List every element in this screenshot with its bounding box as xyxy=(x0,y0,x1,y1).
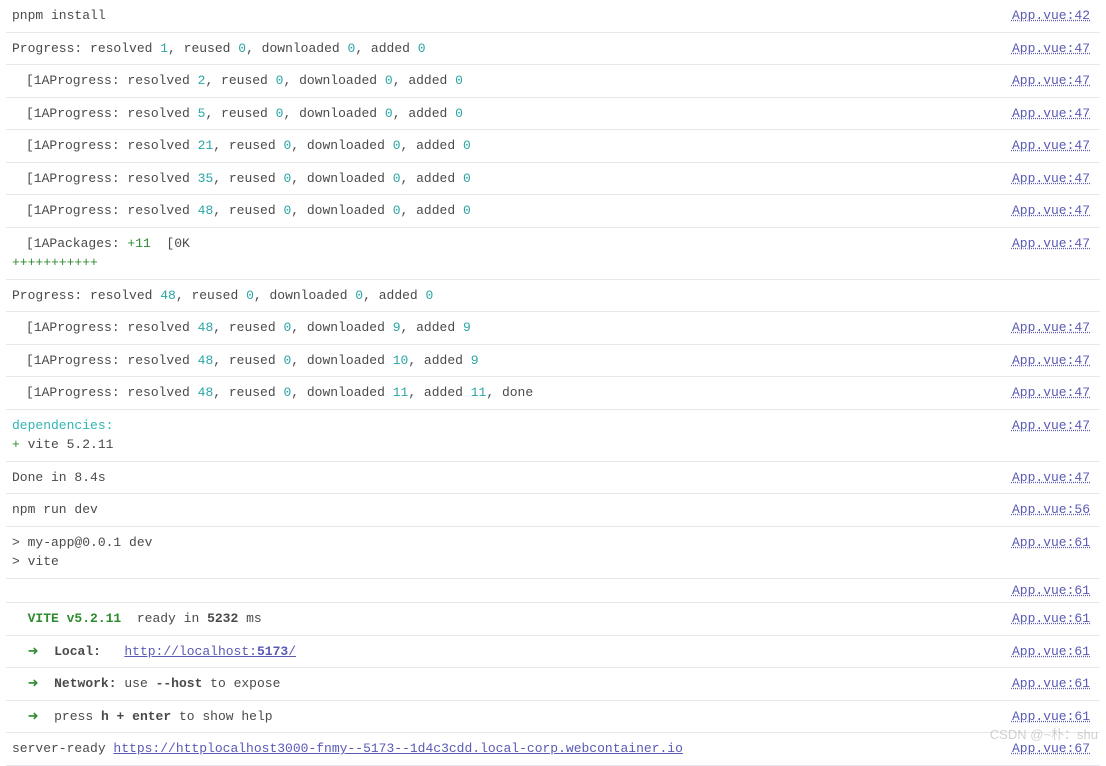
source-link[interactable]: App.vue:47 xyxy=(1012,416,1090,436)
log-row: [1AProgress: resolved 21, reused 0, down… xyxy=(6,130,1100,163)
log-text: server-ready https://httplocalhost3000-f… xyxy=(12,739,683,759)
log-text: Progress: resolved 48, reused 0, downloa… xyxy=(12,286,433,306)
source-link[interactable]: App.vue:47 xyxy=(1012,234,1090,254)
source-link[interactable]: App.vue:47 xyxy=(1012,104,1090,124)
log-text: ➜ press h + enter to show help xyxy=(12,707,273,727)
source-link[interactable]: App.vue:47 xyxy=(1012,169,1090,189)
log-row: ➜ press h + enter to show help App.vue:61 xyxy=(6,701,1100,734)
log-text: [1AProgress: resolved 5, reused 0, downl… xyxy=(12,104,463,124)
source-link[interactable]: App.vue:61 xyxy=(1012,609,1090,629)
log-row: npm run dev App.vue:56 xyxy=(6,494,1100,527)
log-text: pnpm install xyxy=(12,6,106,26)
log-text: dependencies:+ vite 5.2.11 xyxy=(12,416,113,455)
server-url[interactable]: https://httplocalhost3000-fnmy--5173--1d… xyxy=(113,741,683,756)
log-row: Progress: resolved 1, reused 0, download… xyxy=(6,33,1100,66)
source-link[interactable]: App.vue:47 xyxy=(1012,383,1090,403)
source-link[interactable]: App.vue:47 xyxy=(1012,71,1090,91)
log-row: [1AProgress: resolved 48, reused 0, down… xyxy=(6,312,1100,345)
log-row: [1AProgress: resolved 35, reused 0, down… xyxy=(6,163,1100,196)
log-text: Progress: resolved 1, reused 0, download… xyxy=(12,39,426,59)
log-row: > my-app@0.0.1 dev> vite App.vue:61 xyxy=(6,527,1100,579)
log-text: ➜ Local: http://localhost:5173/ xyxy=(12,642,296,662)
source-link[interactable]: App.vue:47 xyxy=(1012,351,1090,371)
log-row: pnpm install App.vue:42 xyxy=(6,0,1100,33)
source-link[interactable]: App.vue:61 xyxy=(1012,674,1090,694)
log-text: [1APackages: +11 [0K+++++++++++ xyxy=(12,234,190,273)
source-link[interactable]: App.vue:47 xyxy=(1012,318,1090,338)
source-link[interactable]: App.vue:56 xyxy=(1012,500,1090,520)
log-row: dependencies:+ vite 5.2.11 App.vue:47 xyxy=(6,410,1100,462)
log-row: [1AProgress: resolved 48, reused 0, down… xyxy=(6,377,1100,410)
log-text: [1AProgress: resolved 48, reused 0, down… xyxy=(12,383,533,403)
source-link[interactable]: App.vue:61 xyxy=(1012,642,1090,662)
log-text: Done in 8.4s xyxy=(12,468,106,488)
log-row: VITE v5.2.11 ready in 5232 ms App.vue:61 xyxy=(6,603,1100,636)
source-link[interactable]: App.vue:47 xyxy=(1012,136,1090,156)
log-text: [1AProgress: resolved 48, reused 0, down… xyxy=(12,351,479,371)
log-row: [1AProgress: resolved 48, reused 0, down… xyxy=(6,195,1100,228)
console-output: pnpm install App.vue:42 Progress: resolved… xyxy=(0,0,1106,766)
source-link[interactable]: App.vue:61 xyxy=(1012,707,1090,727)
log-text: [1AProgress: resolved 48, reused 0, down… xyxy=(12,318,471,338)
source-link[interactable]: App.vue:67 xyxy=(1012,739,1090,759)
source-link[interactable]: App.vue:42 xyxy=(1012,6,1090,26)
log-row: [1AProgress: resolved 2, reused 0, downl… xyxy=(6,65,1100,98)
log-text: ➜ Network: use --host to expose xyxy=(12,674,280,694)
log-text: VITE v5.2.11 ready in 5232 ms xyxy=(12,609,262,629)
log-text xyxy=(12,581,20,601)
log-text: npm run dev xyxy=(12,500,98,520)
source-link[interactable]: App.vue:47 xyxy=(1012,201,1090,221)
log-text: [1AProgress: resolved 2, reused 0, downl… xyxy=(12,71,463,91)
log-row: [1AProgress: resolved 48, reused 0, down… xyxy=(6,345,1100,378)
log-text: > my-app@0.0.1 dev> vite xyxy=(12,533,152,572)
log-text: [1AProgress: resolved 48, reused 0, down… xyxy=(12,201,471,221)
log-row: Progress: resolved 48, reused 0, downloa… xyxy=(6,280,1100,313)
local-url[interactable]: http://localhost:5173/ xyxy=(124,644,296,659)
log-text: [1AProgress: resolved 21, reused 0, down… xyxy=(12,136,471,156)
log-row: Done in 8.4s App.vue:47 xyxy=(6,462,1100,495)
log-row: App.vue:61 xyxy=(6,579,1100,604)
log-row: [1APackages: +11 [0K+++++++++++ App.vue:4… xyxy=(6,228,1100,280)
source-link[interactable]: App.vue:47 xyxy=(1012,39,1090,59)
log-row: ➜ Network: use --host to expose App.vue:6… xyxy=(6,668,1100,701)
source-link[interactable]: App.vue:47 xyxy=(1012,468,1090,488)
source-link[interactable]: App.vue:61 xyxy=(1012,581,1090,601)
log-row: [1AProgress: resolved 5, reused 0, downl… xyxy=(6,98,1100,131)
log-row: ➜ Local: http://localhost:5173/App.vue:6… xyxy=(6,636,1100,669)
source-link[interactable]: App.vue:61 xyxy=(1012,533,1090,553)
log-text: [1AProgress: resolved 35, reused 0, down… xyxy=(12,169,471,189)
